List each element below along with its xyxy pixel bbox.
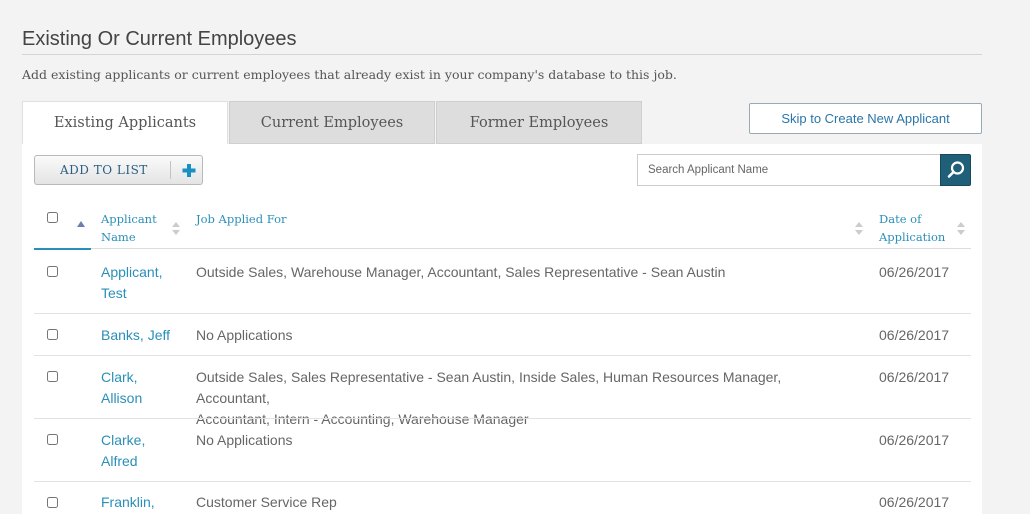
- sort-icon[interactable]: [855, 221, 863, 237]
- job-applied-for: Outside Sales, Sales Representative - Se…: [196, 369, 782, 427]
- plus-icon: [182, 164, 196, 177]
- applicant-name-link[interactable]: Clarke, Alfred: [101, 430, 181, 472]
- select-all-checkbox[interactable]: [47, 212, 58, 223]
- row-checkbox[interactable]: [47, 329, 58, 340]
- row-divider: [34, 355, 971, 356]
- tab-former-employees[interactable]: Former Employees: [436, 101, 642, 144]
- search-button[interactable]: [940, 154, 971, 186]
- applicant-name-link[interactable]: Applicant, Test: [101, 262, 181, 304]
- sort-icon[interactable]: [957, 221, 965, 237]
- application-date: 06/26/2017: [879, 327, 950, 343]
- row-divider: [34, 481, 971, 482]
- application-date: 06/26/2017: [879, 432, 950, 448]
- search-applicant-input[interactable]: [637, 154, 941, 186]
- header-applicant-name[interactable]: Applicant Name: [101, 210, 157, 246]
- job-applied-for: Outside Sales, Warehouse Manager, Accoun…: [196, 264, 726, 280]
- row-divider: [34, 313, 971, 314]
- skip-to-create-new-applicant-button[interactable]: Skip to Create New Applicant: [749, 103, 982, 134]
- sorted-column-indicator: [34, 248, 91, 250]
- row-checkbox[interactable]: [47, 266, 58, 277]
- add-to-list-button[interactable]: ADD TO LIST: [34, 155, 203, 185]
- page-title: Existing Or Current Employees: [22, 28, 297, 51]
- row-divider: [34, 418, 971, 419]
- tab-existing-applicants[interactable]: Existing Applicants: [22, 101, 228, 144]
- sort-icon[interactable]: [172, 221, 180, 237]
- header-date-of-application[interactable]: Date of Application: [879, 210, 945, 246]
- applicant-name-link[interactable]: Clark, Allison: [101, 367, 181, 409]
- row-checkbox[interactable]: [47, 434, 58, 445]
- header-job-applied-for[interactable]: Job Applied For: [196, 210, 287, 228]
- add-to-list-label: ADD TO LIST: [60, 163, 148, 177]
- job-applied-for: No Applications: [196, 327, 293, 343]
- title-divider: [22, 54, 982, 55]
- applicant-name-link[interactable]: Banks, Jeff: [101, 325, 181, 346]
- tab-current-employees[interactable]: Current Employees: [229, 101, 435, 144]
- search-icon: [947, 161, 964, 178]
- application-date: 06/26/2017: [879, 264, 950, 280]
- application-date: 06/26/2017: [879, 369, 950, 385]
- page-subtitle: Add existing applicants or current emplo…: [22, 67, 677, 82]
- job-applied-for: No Applications: [196, 432, 293, 448]
- sort-ascending-icon[interactable]: [77, 218, 85, 234]
- row-checkbox[interactable]: [47, 371, 58, 382]
- button-separator: [170, 161, 171, 179]
- header-divider: [34, 248, 971, 249]
